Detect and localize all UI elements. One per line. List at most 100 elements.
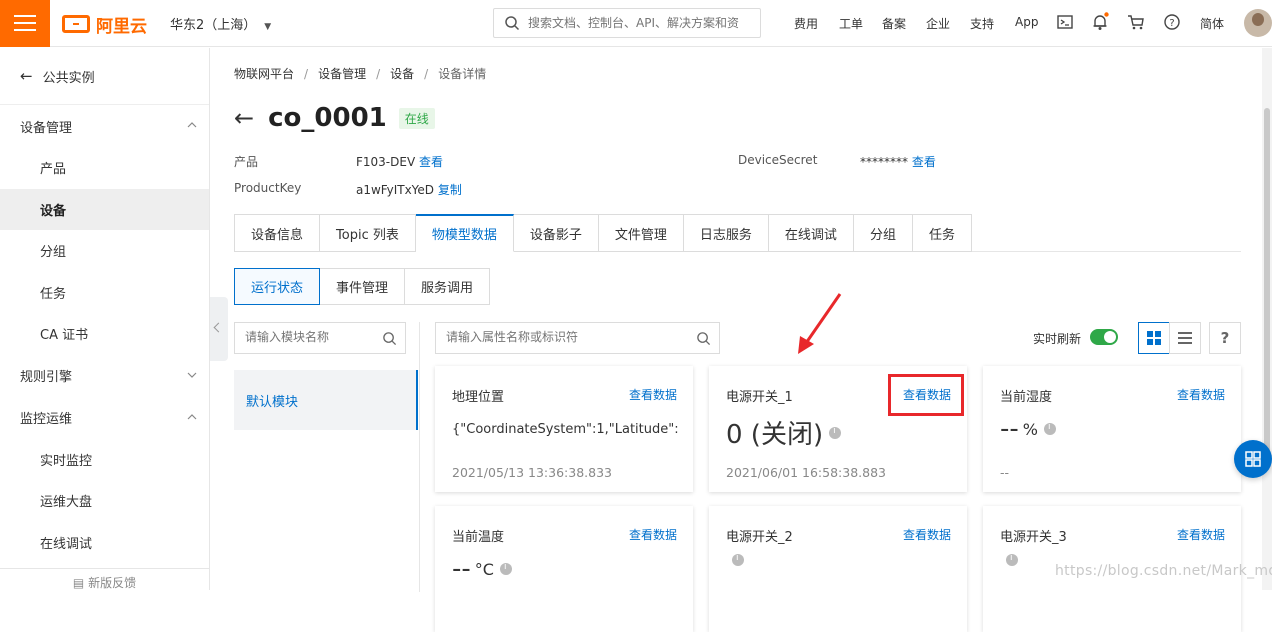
- view-data-link[interactable]: 查看数据: [1177, 386, 1225, 403]
- product-label: 产品: [234, 155, 259, 169]
- sidebar-item-ca-cert[interactable]: CA 证书: [0, 313, 209, 355]
- sidebar-item-group[interactable]: 分组: [0, 230, 209, 272]
- nav-billing[interactable]: 费用: [794, 15, 818, 32]
- module-search-input[interactable]: [245, 330, 375, 344]
- nav-icp[interactable]: 备案: [882, 15, 906, 32]
- tab-device-shadow[interactable]: 设备影子: [513, 214, 599, 252]
- property-unit: °C: [474, 559, 494, 579]
- breadcrumb-device[interactable]: 设备: [390, 67, 414, 81]
- subtab-service-call[interactable]: 服务调用: [404, 268, 491, 305]
- sidebar: ← 公共实例 设备管理 产品 设备 分组 任务 CA 证书 规则引擎 监控运维 …: [0, 48, 210, 590]
- secret-view-link[interactable]: 查看: [912, 155, 936, 169]
- back-arrow-icon[interactable]: ←: [234, 104, 254, 132]
- breadcrumb-device-management[interactable]: 设备管理: [318, 67, 366, 81]
- property-value-row: --%: [1000, 414, 1056, 444]
- nav-enterprise[interactable]: 企业: [926, 15, 950, 32]
- nav-ticket[interactable]: 工单: [839, 15, 863, 32]
- module-item-default[interactable]: 默认模块: [234, 370, 418, 430]
- menu-icon[interactable]: [0, 0, 50, 47]
- realtime-refresh-label: 实时刷新: [1033, 332, 1082, 346]
- search-icon[interactable]: [696, 331, 711, 346]
- feedback-link[interactable]: ▤ 新版反馈: [0, 568, 209, 590]
- breadcrumb: 物联网平台 / 设备管理 / 设备 / 设备详情: [234, 67, 487, 81]
- info-icon[interactable]: [829, 426, 842, 439]
- view-data-link[interactable]: 查看数据: [903, 526, 951, 543]
- title-row: ← co_0001 在线: [234, 103, 435, 133]
- info-icon[interactable]: [1006, 553, 1018, 566]
- sidebar-group-rules-engine[interactable]: 规则引擎: [0, 355, 209, 397]
- feedback-icon: ▤: [72, 576, 85, 590]
- aliyun-logo[interactable]: 阿里云: [62, 12, 147, 37]
- view-data-link[interactable]: 查看数据: [629, 526, 677, 543]
- user-avatar[interactable]: [1244, 9, 1272, 37]
- sidebar-item-ops-dashboard[interactable]: 运维大盘: [0, 480, 209, 522]
- nav-support[interactable]: 支持: [970, 15, 994, 32]
- back-to-instances[interactable]: ← 公共实例: [0, 48, 209, 105]
- grid-icon: [1147, 331, 1161, 345]
- module-search[interactable]: [234, 322, 406, 354]
- sidebar-item-product[interactable]: 产品: [0, 147, 209, 189]
- global-search-input[interactable]: [528, 13, 753, 33]
- sidebar-item-realtime-monitor[interactable]: 实时监控: [0, 439, 209, 481]
- property-search-input[interactable]: [446, 330, 686, 344]
- sidebar-group-monitoring[interactable]: 监控运维: [0, 397, 209, 439]
- region-selector[interactable]: 华东2（上海） ▼: [170, 14, 271, 33]
- view-data-link[interactable]: 查看数据: [1177, 526, 1225, 543]
- sidebar-collapse-handle[interactable]: [210, 297, 228, 361]
- info-icon[interactable]: [499, 562, 512, 575]
- realtime-refresh-toggle[interactable]: [1090, 329, 1118, 345]
- floating-apps-button[interactable]: [1234, 440, 1272, 478]
- info-icon[interactable]: [732, 553, 744, 566]
- sidebar-item-device[interactable]: 设备: [0, 188, 209, 230]
- property-name: 当前湿度: [1000, 390, 1053, 405]
- region-label: 华东2（上海）: [170, 18, 257, 33]
- property-value: 0 (关闭): [726, 420, 824, 450]
- global-search[interactable]: [493, 8, 761, 38]
- logo-text: 阿里云: [96, 16, 147, 37]
- breadcrumb-iot-platform[interactable]: 物联网平台: [234, 67, 294, 81]
- sidebar-item-online-debug[interactable]: 在线调试: [0, 522, 209, 564]
- sidebar-item-task[interactable]: 任务: [0, 272, 209, 314]
- apps-icon: [1245, 451, 1261, 467]
- productkey-value-row: a1wFyITxYeD 复制: [356, 181, 462, 198]
- property-search[interactable]: [435, 322, 720, 354]
- subtab-runtime-status[interactable]: 运行状态: [234, 268, 321, 305]
- info-icon[interactable]: [1043, 422, 1056, 435]
- property-name: 电源开关_3: [1000, 530, 1067, 545]
- chevron-down-icon: [187, 372, 197, 378]
- view-data-link[interactable]: 查看数据: [629, 386, 677, 403]
- property-card-humidity: 当前湿度 查看数据 --% --: [983, 366, 1241, 492]
- tab-task[interactable]: 任务: [912, 214, 972, 252]
- tab-log-service[interactable]: 日志服务: [683, 214, 769, 252]
- nav-app[interactable]: App: [1015, 15, 1038, 29]
- sidebar-group-device-management[interactable]: 设备管理: [0, 105, 209, 147]
- panel-divider: [419, 322, 420, 592]
- productkey-copy-link[interactable]: 复制: [438, 183, 462, 197]
- product-view-link[interactable]: 查看: [419, 155, 443, 169]
- group-label: 规则引擎: [20, 370, 73, 385]
- tab-thing-model-data[interactable]: 物模型数据: [415, 214, 514, 252]
- subtab-event-management[interactable]: 事件管理: [319, 268, 406, 305]
- sub-tabs: 运行状态 事件管理 服务调用: [234, 268, 491, 305]
- bell-icon[interactable]: [1090, 12, 1110, 32]
- tab-device-info[interactable]: 设备信息: [235, 214, 321, 252]
- tab-online-debug[interactable]: 在线调试: [768, 214, 854, 252]
- property-name: 电源开关_2: [726, 530, 793, 545]
- help-icon[interactable]: ?: [1162, 12, 1182, 32]
- grid-view-button[interactable]: [1138, 322, 1170, 354]
- property-card-temperature: 当前温度 查看数据 -- °C: [435, 506, 693, 632]
- tab-group[interactable]: 分组: [853, 214, 913, 252]
- cart-icon[interactable]: [1126, 12, 1146, 32]
- page-scrollbar[interactable]: [1262, 48, 1272, 590]
- detail-tabs: 设备信息 Topic 列表 物模型数据 设备影子 文件管理 日志服务 在线调试 …: [234, 214, 972, 252]
- tab-topic-list[interactable]: Topic 列表: [320, 214, 416, 252]
- terminal-icon[interactable]: [1055, 12, 1075, 32]
- tab-file-management[interactable]: 文件管理: [598, 214, 684, 252]
- help-button[interactable]: ?: [1209, 322, 1241, 354]
- property-value-row: 0 (关闭): [726, 414, 842, 451]
- list-view-button[interactable]: [1169, 322, 1201, 354]
- language-switch[interactable]: 简体: [1200, 15, 1224, 32]
- search-icon[interactable]: [382, 331, 397, 346]
- productkey-label: ProductKey: [234, 181, 302, 195]
- watermark: https://blog.csdn.net/Mark_md: [1055, 563, 1272, 579]
